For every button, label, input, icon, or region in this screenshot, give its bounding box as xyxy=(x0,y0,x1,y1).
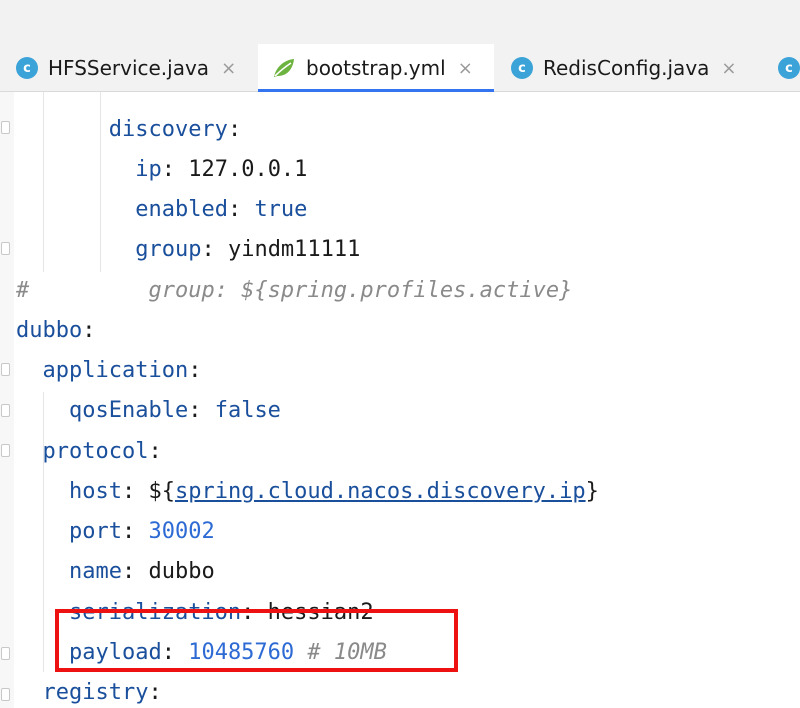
yaml-key: ip xyxy=(135,157,162,182)
yaml-value: false xyxy=(214,398,281,423)
yaml-key: group xyxy=(135,237,202,262)
yaml-key: serialization xyxy=(68,600,242,625)
tab-label: RedisConfig.java xyxy=(543,56,710,80)
code-line: dubbo: xyxy=(16,318,96,343)
window-top-strip xyxy=(0,0,800,44)
comment-hash: # xyxy=(16,278,30,303)
tab-label: HFSService.java xyxy=(48,56,210,80)
yaml-value: 10485760 xyxy=(188,640,295,665)
close-icon[interactable]: × xyxy=(221,58,236,79)
tab-hfsservice-java[interactable]: c HFSService.java × xyxy=(16,44,236,92)
code-line: enabled: true xyxy=(135,197,308,222)
fold-marker-icon[interactable] xyxy=(1,647,10,660)
code-line: payload: 10485760 # 10MB xyxy=(68,640,387,665)
fold-marker-icon[interactable] xyxy=(1,404,10,417)
code-line: name: dubbo xyxy=(68,559,215,584)
yaml-value-prefix: ${ xyxy=(148,479,175,504)
yaml-key: host xyxy=(68,479,122,504)
yaml-value: hessian2 xyxy=(267,600,374,625)
tab-overflow[interactable]: c xyxy=(778,44,800,92)
property-reference-link[interactable]: spring.cloud.nacos.discovery.ip xyxy=(175,479,586,504)
yaml-key: protocol xyxy=(42,439,149,464)
yaml-key: name xyxy=(68,559,122,584)
yaml-value: dubbo xyxy=(148,559,215,584)
close-icon[interactable]: × xyxy=(458,58,473,79)
tab-redisconfig-java[interactable]: c RedisConfig.java × xyxy=(511,44,737,92)
code-line: group: yindm11111 xyxy=(135,237,361,262)
code-line: serialization: hessian2 xyxy=(68,600,374,625)
yaml-comment: group: ${spring.profiles.active} xyxy=(148,278,573,303)
yaml-key: application xyxy=(42,358,189,383)
fold-marker-icon[interactable] xyxy=(1,444,10,457)
fold-gutter xyxy=(0,92,14,708)
yaml-value: yindm11111 xyxy=(227,237,361,262)
yaml-value: 30002 xyxy=(148,519,215,544)
code-editor[interactable]: file-extension: yml discovery: ip: 127.0… xyxy=(0,92,800,708)
class-icon: c xyxy=(511,57,533,79)
code-line: discovery: xyxy=(108,117,242,142)
yaml-key: payload xyxy=(68,640,162,665)
editor-tab-bar: c HFSService.java × bootstrap.yml × c Re… xyxy=(0,44,800,93)
code-line: application: xyxy=(42,358,202,383)
yaml-key: qosEnable xyxy=(68,398,189,423)
yaml-key: registry xyxy=(42,680,149,705)
yaml-value: 127.0.0.1 xyxy=(188,157,308,182)
code-line: protocol: xyxy=(42,439,162,464)
code-line: port: 30002 xyxy=(68,519,215,544)
spring-leaf-icon xyxy=(272,57,296,79)
fold-marker-icon[interactable] xyxy=(1,688,10,701)
yaml-value: true xyxy=(254,197,308,222)
class-icon: c xyxy=(778,57,800,79)
yaml-comment: # 10MB xyxy=(307,640,387,665)
yaml-value-suffix: } xyxy=(585,479,599,504)
yaml-key: dubbo xyxy=(16,318,83,343)
yaml-key: enabled xyxy=(135,197,228,222)
tab-bootstrap-yml[interactable]: bootstrap.yml × xyxy=(258,44,494,93)
code-line: host: ${spring.cloud.nacos.discovery.ip} xyxy=(68,479,599,504)
code-line: registry: xyxy=(42,680,162,705)
fold-marker-icon[interactable] xyxy=(1,363,10,376)
code-line: ip: 127.0.0.1 xyxy=(135,157,308,182)
fold-marker-icon[interactable] xyxy=(1,121,10,134)
yaml-key: discovery xyxy=(108,117,228,142)
fold-marker-icon[interactable] xyxy=(1,242,10,255)
class-icon: c xyxy=(16,57,38,79)
code-line: # group: ${spring.profiles.active} xyxy=(16,271,572,311)
code-line: qosEnable: false xyxy=(68,398,281,423)
yaml-key: port xyxy=(68,519,122,544)
close-icon[interactable]: × xyxy=(721,58,736,79)
tab-label: bootstrap.yml xyxy=(306,56,446,80)
code-line: file-extension: yml xyxy=(16,92,69,110)
